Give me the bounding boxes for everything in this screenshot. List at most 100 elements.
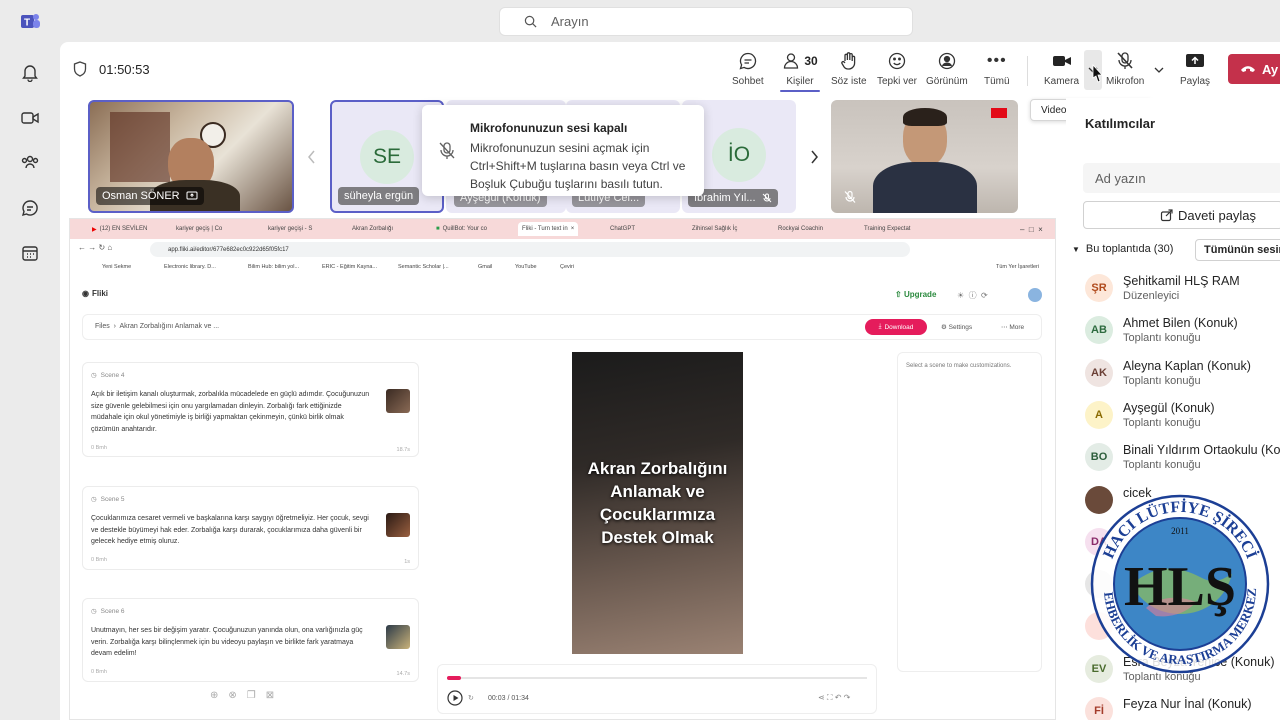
download-button[interactable]: ⤓ Download: [865, 319, 927, 335]
toolbar-icons[interactable]: ☀ ⓘ ⟳: [957, 290, 988, 301]
logo-monogram: HLŞ: [1124, 556, 1236, 618]
bookmark[interactable]: Semantic Scholar |...: [398, 264, 449, 270]
camera-button[interactable]: Kamera: [1044, 50, 1079, 94]
browser-tab-active[interactable]: Fliki - Turn text in ×: [518, 222, 579, 236]
scene-text[interactable]: Açık bir iletişim kanalı oluşturmak, zor…: [91, 389, 371, 435]
browser-tab[interactable]: Akran Zorbalığı: [352, 222, 393, 236]
participant-row[interactable]: AK Aleyna Kaplan (Konuk) Toplantı konuğu: [1085, 358, 1251, 395]
mic-button[interactable]: Mikrofon: [1106, 50, 1144, 94]
people-group-icon[interactable]: [18, 150, 42, 174]
mute-all-button[interactable]: Tümünün sesini: [1195, 239, 1280, 261]
participant-hair: [903, 108, 947, 126]
play-icon[interactable]: [447, 690, 463, 706]
breadcrumb-root[interactable]: Files: [95, 323, 110, 330]
bookmark[interactable]: Yeni Sekme: [102, 264, 131, 270]
bookmark[interactable]: Çeviri: [560, 264, 574, 270]
bookmark[interactable]: Tüm Yer İşaretleri: [996, 264, 1039, 270]
view-button[interactable]: Görünüm: [926, 50, 968, 94]
strip-next-chevron-icon[interactable]: [809, 150, 819, 164]
browser-tab-label: Akran Zorbalığı: [352, 226, 394, 232]
browser-tab-label: Zihinsel Sağlık İç: [692, 226, 738, 232]
scene-card[interactable]: ◷ Scene 6 Unutmayın, her ses bir değişim…: [82, 598, 419, 682]
browser-tab[interactable]: Training Expectat: [864, 222, 910, 236]
participant-row[interactable]: ŞR Şehitkamil HLŞ RAM Düzenleyici: [1085, 274, 1240, 310]
scene-actions-icons[interactable]: ⊕⊗❐⊠: [210, 690, 284, 701]
bookmark[interactable]: Gmail: [478, 264, 492, 270]
progress-fill: [447, 676, 461, 680]
browser-tab[interactable]: ■ QuillBot: Your co: [436, 222, 487, 236]
browser-tab[interactable]: kariyer geçiş | Co: [176, 222, 222, 236]
bell-icon[interactable]: [18, 60, 42, 84]
scene-thumbnail[interactable]: [386, 513, 410, 537]
participant-avatar: Fİ: [1085, 697, 1113, 720]
scene-text[interactable]: Çocuklarımıza cesaret vermeli ve başkala…: [91, 513, 371, 548]
in-meeting-section-header[interactable]: ▼ Bu toplantıda (30): [1072, 243, 1173, 255]
video-icon[interactable]: [18, 106, 42, 130]
bookmark[interactable]: ERIC - Eğitim Kayna...: [322, 264, 377, 270]
participant-tile[interactable]: [831, 100, 1018, 213]
browser-tab[interactable]: Rockyai Coachin: [778, 222, 823, 236]
scene-thumbnail[interactable]: [386, 389, 410, 413]
mic-off-icon: [1117, 52, 1133, 69]
browser-url-bar[interactable]: app.fliki.ai/editor/677e682ec0c922d65f05…: [150, 242, 910, 257]
share-invite-button[interactable]: Daveti paylaş: [1083, 201, 1280, 229]
participant-avatar: İO: [712, 128, 766, 182]
svg-text:T: T: [24, 18, 30, 29]
browser-tab[interactable]: Zihinsel Sağlık İç: [692, 222, 737, 236]
calendar-icon[interactable]: [18, 241, 42, 265]
settings-button[interactable]: ⚙ Settings: [941, 323, 972, 331]
scene-card[interactable]: ◷ Scene 5 Çocuklarımıza cesaret vermeli …: [82, 486, 419, 570]
replay-icon[interactable]: ↻: [468, 694, 474, 702]
people-button[interactable]: 30 Kişiler: [780, 50, 820, 94]
leave-button[interactable]: Ay: [1228, 54, 1280, 84]
mic-options-chevron-icon[interactable]: [1154, 66, 1164, 74]
scene-duration: 18.7s: [396, 447, 410, 453]
active-tab-indicator: [780, 90, 820, 92]
video-preview[interactable]: Akran Zorbalığını Anlamak ve Çocuklarımı…: [572, 352, 743, 654]
bookmark[interactable]: Electronic library. D...: [164, 264, 216, 270]
more-menu-label: More: [1009, 324, 1025, 331]
player-controls-icons[interactable]: ⋖ ⛶ ↶ ↷: [818, 693, 850, 703]
customization-hint: Select a scene to make customizations.: [906, 363, 1012, 369]
mic-off-icon: [439, 142, 455, 159]
more-button[interactable]: ••• Tümü: [984, 50, 1010, 94]
settings-label: Settings: [948, 324, 973, 331]
chat-icon[interactable]: [18, 196, 42, 220]
window-controls-icon[interactable]: – □ ×: [1020, 222, 1043, 236]
browser-tab[interactable]: ▶ (12) EN SEVİLEN: [92, 222, 147, 236]
fliki-logo[interactable]: ◉ Fliki: [82, 289, 108, 298]
scene-text[interactable]: Unutmayın, her ses bir değişim yaratır. …: [91, 625, 371, 660]
raise-hand-button[interactable]: Söz iste: [831, 50, 867, 94]
participant-row[interactable]: BO Binali Yıldırım Ortaokulu (Kon Toplantı…: [1085, 443, 1280, 479]
browser-tab[interactable]: kariyer geçişi - S: [268, 222, 312, 236]
progress-track[interactable]: [447, 677, 867, 679]
toast-title: Mikrofonunuzun sesi kapalı: [470, 121, 628, 135]
react-button[interactable]: Tepki ver: [877, 50, 917, 94]
strip-prev-chevron-icon[interactable]: [307, 150, 317, 164]
browser-tab[interactable]: ChatGPT: [610, 222, 635, 236]
participant-tile[interactable]: Osman SÖNER: [88, 100, 294, 213]
upgrade-link[interactable]: ⇧ Upgrade: [895, 290, 936, 299]
scene-label: ◷ Scene 4: [91, 371, 125, 380]
participant-info: Ahmet Bilen (Konuk) Toplantı konuğu: [1123, 316, 1238, 345]
participant-row[interactable]: A Ayşegül (Konuk) Toplantı konuğu: [1085, 400, 1215, 437]
camera-label: Kamera: [1044, 76, 1080, 87]
teams-logo-icon[interactable]: T: [18, 10, 42, 34]
participant-name: Şehitkamil HLŞ RAM: [1123, 274, 1240, 288]
scene-card[interactable]: ◷ Scene 4 Açık bir iletişim kanalı oluşt…: [82, 362, 419, 457]
participant-search-input[interactable]: Ad yazın: [1083, 163, 1280, 193]
bookmark[interactable]: YouTube: [515, 264, 537, 270]
participant-role: Toplantı konuğu: [1123, 459, 1201, 472]
scene-thumbnail[interactable]: [386, 625, 410, 649]
nav-arrows-icon[interactable]: ← → ↻ ⌂: [78, 243, 112, 252]
participant-row[interactable]: AB Ahmet Bilen (Konuk) Toplantı konuğu: [1085, 316, 1238, 352]
chat-button[interactable]: Sohbet: [732, 50, 764, 94]
user-avatar[interactable]: [1028, 288, 1042, 302]
participant-row[interactable]: Fİ Feyza Nur İnal (Konuk): [1085, 697, 1252, 720]
more-menu-button[interactable]: ⋯ More: [1001, 323, 1024, 331]
share-arrow-icon: [1160, 209, 1173, 222]
search-bar[interactable]: Arayın: [499, 7, 913, 36]
share-invite-label: Daveti paylaş: [1178, 207, 1257, 223]
share-button[interactable]: Paylaş: [1180, 50, 1210, 94]
bookmark[interactable]: Bilim Hub: bilim yol...: [248, 264, 299, 270]
